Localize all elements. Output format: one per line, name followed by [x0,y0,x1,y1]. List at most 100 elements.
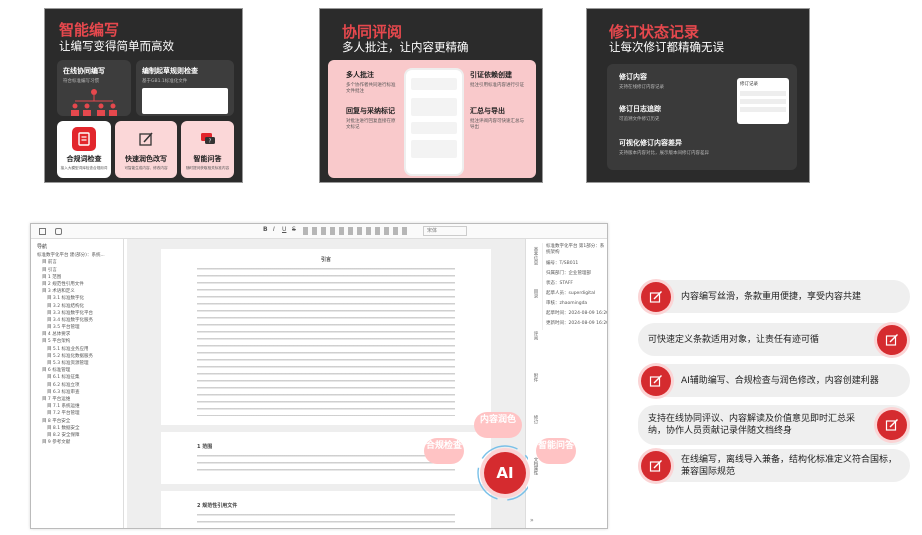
nav-item[interactable]: 目 6 标准管理 [37,367,117,374]
nav-item[interactable]: 目 8.1 数据安全 [37,425,117,432]
nav-item[interactable]: 目 7 平台运维 [37,396,117,403]
nav-item[interactable]: 目 3.4 标准数字化服务 [37,317,117,324]
nav-item[interactable]: 目 8 平台安全 [37,418,117,425]
item-title: 多人批注 [346,71,374,79]
svg-text:?: ? [208,139,211,145]
meta-row: 编号：T/SB011 [546,261,579,266]
formatting-icons[interactable] [303,227,411,235]
nav-item[interactable]: 目 6.1 标准征集 [37,374,117,381]
revision-diff-item: 可视化修订内容差异 支持版本内容对比，展示版本间修订内容差异 [619,138,789,156]
nav-item[interactable]: 目 引言 [37,267,117,274]
nav-item[interactable]: 目 8.2 安全保障 [37,432,117,439]
nav-title: 导航 [37,244,48,250]
meta-row: 归属部门：企业管理部 [546,271,591,276]
nav-item[interactable]: 目 2 规范性引用文件 [37,281,117,288]
info-tab[interactable]: 附件 [528,373,538,382]
smart-writing-panel: 智能编写 让编写变得简单而高效 在线协同编写 符合标准编写习惯 编制起草规则检查… [44,8,243,183]
card-title: 在线协同编写 [63,67,105,75]
save-icon[interactable] [39,228,46,235]
item-title: 汇总与导出 [470,107,505,115]
smart-qa-bubble[interactable]: 智能问答 [536,438,576,464]
feature-text: 支持在线协同评议、内容解读及价值意见即时汇总采纳，协作人员贡献记录伴随文档终身 [648,414,856,436]
ai-button[interactable]: AI [484,452,526,494]
compliance-bubble[interactable]: 合规检查 [424,438,464,464]
smart-qa-card: ? 智能问答 随时提问获取相关标准内容 [181,121,234,178]
content-polish-bubble[interactable]: 内容润色 [474,412,522,438]
info-tab[interactable]: 基本信息 [528,247,538,265]
meta-row: 审核：zhaomingda [546,301,588,306]
nav-item[interactable]: 目 7.2 平台管理 [37,410,117,417]
nav-item[interactable]: 目 3.2 标准结构化 [37,303,117,310]
meta-title: 标准数字化平台 第1部分：系统架构 [546,244,605,255]
nav-sidebar: 导航 标准数字化平台 建(部分)：系统... 目 前言目 引言目 1 范围目 2 … [31,239,124,528]
edit-icon [641,281,671,312]
multi-comment-item: 多人批注 多个协作者共同进行标准文件批注 [346,70,398,94]
nav-item[interactable]: 目 3.5 平台管理 [37,324,117,331]
revision-record-subtitle: 让每次修订都精确无误 [609,40,724,54]
quick-polish-card: 快速润色改写 可智能生成内容、修改内容 [115,121,177,178]
nav-item[interactable]: 目 5.2 标准化数据服务 [37,353,117,360]
edit-icon [641,365,671,396]
bold-icon[interactable]: B [263,226,268,233]
nav-list: 标准数字化平台 建(部分)：系统... 目 前言目 引言目 1 范围目 2 规范性… [37,252,117,446]
feature-row: 在线编写，离线导入兼备，结构化标准定义符合国标，兼容国际规范 [638,449,910,482]
editor-toolbar: B I U S 宋体 [31,224,607,239]
nav-item[interactable]: 目 4 总体要求 [37,331,117,338]
nav-item[interactable]: 目 3.1 标准数字化 [37,295,117,302]
nav-item[interactable]: 目 6.2 标准立项 [37,382,117,389]
citation-item: 引证依赖创建 批注引用标准内容进行引证 [470,70,528,88]
nav-item[interactable]: 目 5 平台架构 [37,338,117,345]
share-icon[interactable] [55,228,62,235]
meta-row: 起草人员：superdigital [546,291,596,296]
info-tab[interactable]: 目录 [528,289,538,298]
edit-icon [134,127,158,151]
collapse-icon[interactable]: » [530,517,534,524]
collab-network-icon [71,89,117,116]
card-title: 编制起草规则检查 [142,67,198,75]
preface-heading: 引言 [320,257,331,263]
card-desc: 随时提问获取相关标准内容 [185,166,230,170]
nav-item[interactable]: 目 3.3 标准数字化平台 [37,310,117,317]
item-title: 引证依赖创建 [470,71,512,79]
revision-popup: 修订记录 [737,78,789,124]
font-select[interactable]: 宋体 [423,226,467,236]
revision-record-panel: 修订状态记录 让每次修订都精确无误 修订内容 支持在线修订内容记录 修订日志追踪… [586,8,810,183]
drafting-rule-card: 编制起草规则检查 基于GB1.1标准化文件 [136,60,234,116]
feature-row: 内容编写丝滑，条款重用便捷，享受内容共建 [638,280,910,313]
nav-item[interactable]: 目 7.1 系统运维 [37,403,117,410]
nav-item[interactable]: 目 3 术语和定义 [37,288,117,295]
item-desc: 支持版本内容对比，展示版本间修订内容差异 [619,151,709,156]
item-title: 可视化修订内容差异 [619,139,682,147]
underline-icon[interactable]: U [282,226,286,233]
info-tab[interactable]: 评阅 [528,331,538,340]
nav-item[interactable]: 目 9 参考文献 [37,439,117,446]
nav-item[interactable]: 目 6.3 标准审查 [37,389,117,396]
feature-row: AI辅助编写、合规检查与润色修改，内容创建利器 [638,364,910,397]
meta-block: 标准数字化平台 第1部分：系统架构 编号：T/SB011 归属部门：企业管理部 状态… [542,243,607,330]
feature-text: AI辅助编写、合规检查与润色修改，内容创建利器 [681,375,879,386]
phone-mockup [404,68,464,176]
scope-body [197,455,455,475]
nav-item[interactable]: 目 前言 [37,259,117,266]
nav-item[interactable]: 标准数字化平台 建(部分)：系统... [37,252,117,259]
nav-item[interactable]: 目 1 范围 [37,274,117,281]
edit-icon [641,450,671,481]
item-desc: 多个协作者共同进行标准文件批注 [346,83,396,94]
nav-item[interactable]: 目 5.1 标准业务应用 [37,346,117,353]
item-title: 修订日志追踪 [619,105,661,113]
item-desc: 可追溯文件修订历史 [619,117,660,122]
info-tab[interactable]: 文档属性 [528,457,538,475]
info-tab[interactable]: 修订 [528,415,538,424]
references-heading: 2 规范性引用文件 [197,503,238,509]
meta-row: 起草时间：2024-08-09 16:20:24 [546,311,607,316]
chat-question-icon: ? [195,127,220,151]
references-body [197,514,455,528]
strike-icon[interactable]: S [292,226,296,233]
nav-item[interactable]: 目 5.3 标准资源管理 [37,360,117,367]
feature-text: 可快速定义条款适用对象，让责任有迹可循 [648,334,820,345]
revision-content-item: 修订内容 支持在线修订内容记录 [619,72,719,90]
online-collab-card: 在线协同编写 符合标准编写习惯 [57,60,131,116]
italic-icon[interactable]: I [273,226,275,233]
collab-review-subtitle: 多人批注，让内容更精确 [342,40,469,54]
reply-mark-item: 回复与采纳标记 对批注进行回复直接在原文标记 [346,106,398,130]
